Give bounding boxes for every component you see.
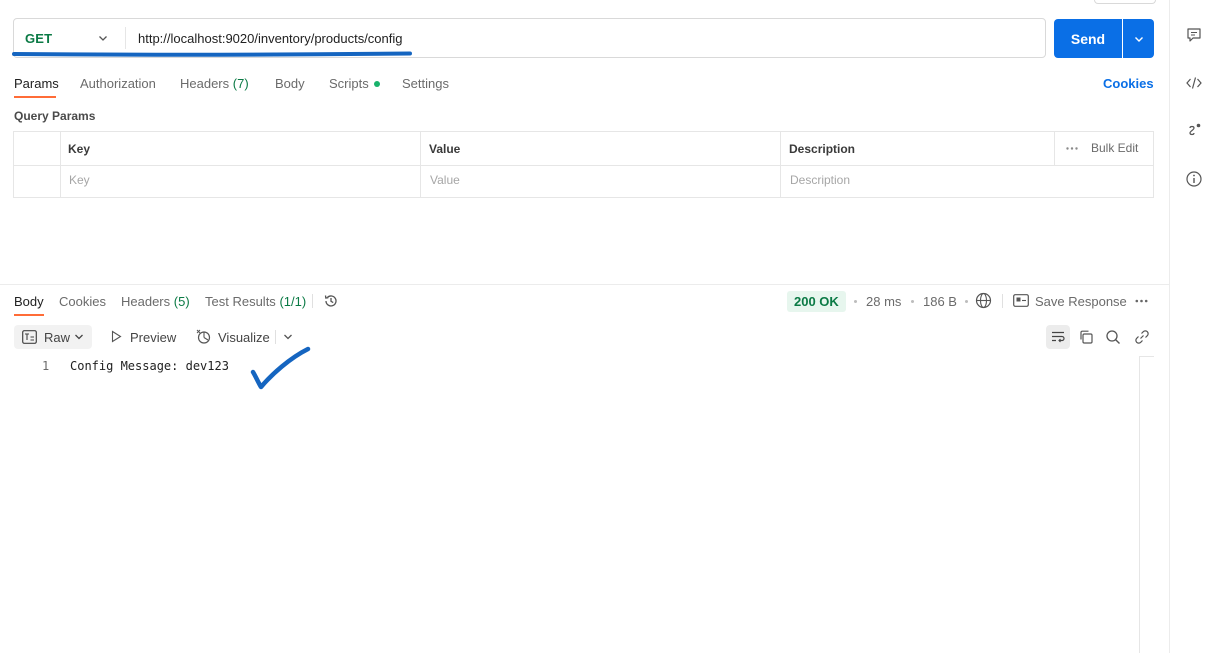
query-params-title: Query Params — [14, 109, 96, 123]
chevron-down-icon — [75, 334, 83, 340]
response-body-line[interactable]: Config Message: dev123 — [70, 359, 229, 373]
scrollbar[interactable] — [1139, 356, 1154, 653]
http-method-select[interactable]: GET — [25, 31, 52, 46]
tab-settings[interactable]: Settings — [402, 76, 449, 91]
comment-icon — [1187, 28, 1201, 42]
active-tab-indicator — [14, 96, 56, 98]
response-tab-headers-count: (5) — [173, 294, 190, 309]
column-header-description: Description — [789, 142, 856, 156]
info-icon — [1186, 171, 1202, 187]
annotation-checkmark — [250, 346, 311, 390]
visualize-button[interactable]: Visualize — [218, 330, 270, 345]
code-icon — [1186, 77, 1202, 89]
pane-divider[interactable] — [0, 284, 1169, 285]
more-options-icon[interactable] — [1066, 147, 1078, 150]
save-response-button[interactable]: Save Response — [1035, 294, 1127, 309]
annotation-underline — [12, 51, 412, 57]
chevron-down-icon — [1134, 36, 1143, 42]
tab-authorization[interactable]: Authorization — [80, 76, 156, 91]
tab-scripts[interactable]: Scripts — [329, 76, 380, 91]
wrap-lines-icon — [1052, 331, 1065, 343]
table-column-divider — [1054, 132, 1055, 165]
copy-icon[interactable] — [1078, 329, 1094, 345]
right-sidebar — [1169, 0, 1217, 653]
search-icon[interactable] — [1105, 329, 1121, 345]
response-tab-cookies[interactable]: Cookies — [59, 294, 106, 309]
tab-body[interactable]: Body — [275, 76, 305, 91]
send-button[interactable]: Send — [1054, 19, 1122, 58]
response-tab-test-results-label: Test Results — [205, 294, 276, 309]
dot-separator — [911, 300, 914, 303]
response-tab-test-results-count: (1/1) — [279, 294, 307, 309]
separator — [275, 330, 276, 344]
related-icon — [1189, 123, 1201, 136]
related-collections-button[interactable] — [1184, 121, 1204, 141]
query-params-table — [13, 131, 1154, 198]
link-icon[interactable] — [1134, 329, 1150, 345]
chevron-down-icon[interactable] — [283, 333, 293, 341]
history-icon[interactable] — [323, 293, 339, 309]
tab-headers-label: Headers — [180, 76, 230, 91]
visualize-icon — [196, 329, 211, 344]
chevron-down-icon[interactable] — [97, 32, 109, 44]
format-label: Raw — [44, 330, 71, 345]
save-response-icon — [1013, 294, 1029, 307]
tab-headers-count: (7) — [232, 76, 249, 91]
comments-button[interactable] — [1184, 25, 1204, 45]
param-key-input[interactable]: Key — [69, 173, 90, 187]
raw-format-icon — [22, 330, 37, 344]
code-snippet-button[interactable] — [1184, 73, 1204, 93]
dot-separator — [965, 300, 968, 303]
param-description-input[interactable]: Description — [790, 173, 850, 187]
response-tab-test-results[interactable]: Test Results (1/1) — [205, 294, 306, 309]
globe-icon[interactable] — [975, 292, 992, 309]
bulk-edit-button[interactable]: Bulk Edit — [1091, 141, 1138, 155]
response-time[interactable]: 28 ms — [866, 294, 901, 309]
send-options-button[interactable] — [1123, 19, 1154, 58]
separator — [1002, 294, 1003, 308]
tab-scripts-label: Scripts — [329, 76, 369, 91]
column-header-value: Value — [429, 142, 461, 156]
play-icon — [111, 330, 122, 343]
tab-headers[interactable]: Headers (7) — [180, 76, 249, 91]
dot-separator — [854, 300, 857, 303]
separator — [312, 294, 313, 308]
response-tab-body[interactable]: Body — [14, 294, 44, 309]
active-tab-indicator — [14, 314, 44, 316]
status-dot — [373, 80, 380, 87]
line-number: 1 — [42, 359, 50, 373]
url-separator — [125, 27, 126, 49]
more-options-icon[interactable] — [1135, 299, 1148, 303]
response-tab-headers[interactable]: Headers (5) — [121, 294, 190, 309]
cookies-link[interactable]: Cookies — [1103, 76, 1154, 91]
tab-params[interactable]: Params — [14, 76, 59, 91]
status-badge[interactable]: 200 OK — [787, 291, 846, 312]
column-header-key: Key — [68, 142, 91, 156]
info-button[interactable] — [1184, 169, 1204, 189]
table-row-divider — [14, 165, 1153, 166]
param-value-input[interactable]: Value — [430, 173, 460, 187]
url-input[interactable]: http://localhost:9020/inventory/products… — [138, 31, 403, 46]
preview-button[interactable]: Preview — [130, 330, 176, 345]
response-size[interactable]: 186 B — [923, 294, 957, 309]
response-tab-headers-label: Headers — [121, 294, 171, 309]
toolbar-stub — [1094, 0, 1156, 4]
